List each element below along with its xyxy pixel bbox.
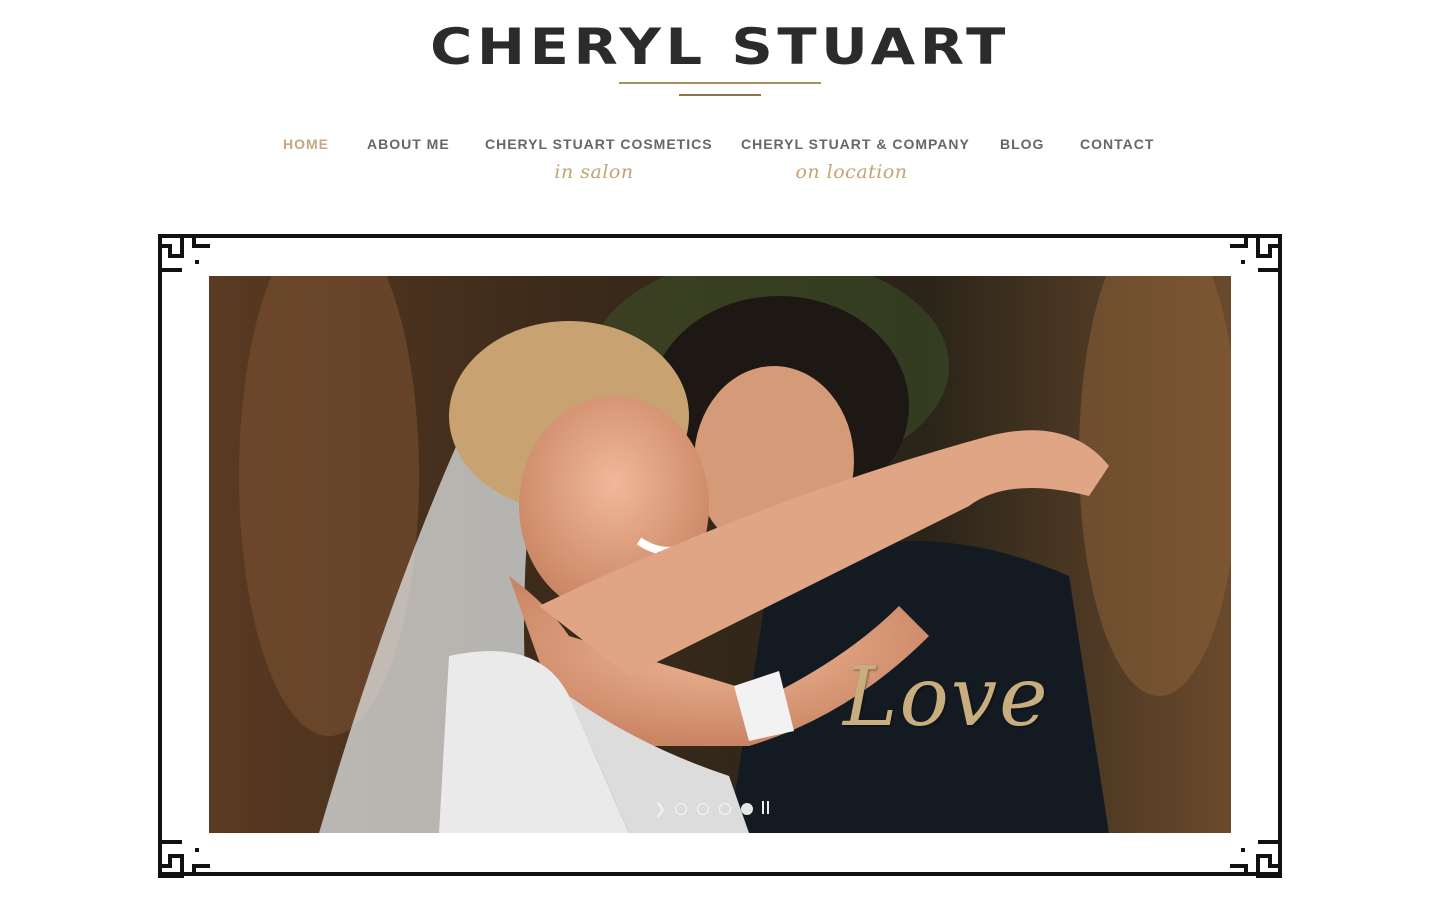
- pause-icon[interactable]: [761, 801, 771, 815]
- nav-item-label: CHERYL STUART & COMPANY: [741, 136, 970, 152]
- nav-item-label: CHERYL STUART COSMETICS: [485, 136, 713, 152]
- nav-item-label: CONTACT: [1080, 136, 1155, 152]
- logo-divider-bottom: [679, 94, 761, 96]
- chevron-right-icon[interactable]: ❯: [654, 800, 667, 818]
- nav-item-contact[interactable]: CONTACT: [1080, 136, 1154, 152]
- nav-item-cosmetics[interactable]: CHERYL STUART COSMETICS in salon: [485, 136, 712, 183]
- nav-item-blog[interactable]: BLOG: [1000, 136, 1044, 152]
- slider-dot-4[interactable]: [741, 803, 753, 815]
- logo-divider-top: [619, 82, 821, 84]
- wedding-couple-photo: [209, 276, 1231, 833]
- nav-item-home[interactable]: HOME: [283, 136, 329, 152]
- slide-caption: Love: [843, 650, 1050, 745]
- site-logo[interactable]: CHERYL STUART: [0, 18, 1440, 76]
- nav-item-label: BLOG: [1000, 136, 1045, 152]
- nav-item-sublabel: on location: [795, 161, 908, 183]
- nav-item-about-me[interactable]: ABOUT ME: [367, 136, 450, 152]
- nav-item-sublabel: in salon: [554, 161, 634, 183]
- slider-dot-1[interactable]: [675, 803, 687, 815]
- main-nav: HOME ABOUT ME CHERYL STUART COSMETICS in…: [0, 136, 1440, 196]
- slider-dot-3[interactable]: [719, 803, 731, 815]
- slider-pagination: ❯: [651, 800, 781, 818]
- frame-corner-bottom-left: [158, 840, 210, 878]
- frame-corner-top-right: [1230, 234, 1282, 272]
- frame-corner-top-left: [158, 234, 210, 272]
- frame-corner-bottom-right: [1230, 840, 1282, 878]
- nav-item-label: HOME: [283, 136, 329, 152]
- nav-item-company[interactable]: CHERYL STUART & COMPANY on location: [741, 136, 969, 183]
- hero-slider[interactable]: [209, 276, 1231, 833]
- nav-item-label: ABOUT ME: [367, 136, 450, 152]
- slider-dot-2[interactable]: [697, 803, 709, 815]
